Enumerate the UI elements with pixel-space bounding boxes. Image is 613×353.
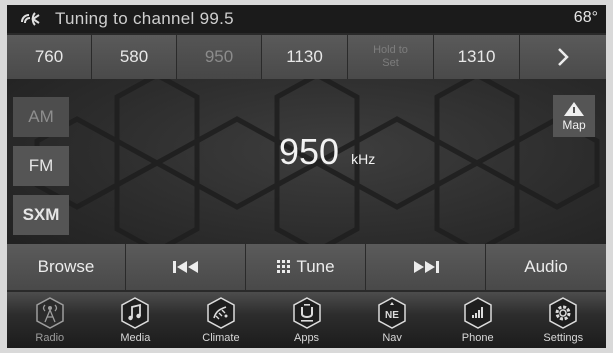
preset-hold-to-set[interactable]: Hold to Set — [348, 35, 434, 79]
status-message: Tuning to channel 99.5 — [55, 9, 234, 28]
dock-apps[interactable]: Apps — [264, 292, 350, 348]
nav-direction-badge: NE — [385, 310, 399, 321]
dock-apps-label: Apps — [293, 332, 320, 344]
hold-to-set-label: Hold to Set — [373, 44, 408, 69]
preset-row: 760 580 950 1130 Hold to Set 1310 — [7, 35, 606, 79]
seek-forward-button[interactable] — [366, 244, 486, 290]
preset-760[interactable]: 760 — [7, 35, 92, 79]
chevron-right-icon — [558, 48, 569, 66]
dock-phone-label: Phone — [461, 332, 494, 344]
dock-settings[interactable]: Settings — [520, 292, 606, 348]
seek-back-icon — [172, 261, 198, 273]
temperature: 68° — [573, 9, 598, 26]
settings-icon — [549, 297, 577, 329]
map-arrow-icon — [564, 101, 584, 116]
control-row: Browse Tune Audio — [7, 244, 606, 290]
frequency-display: 950 kHz — [279, 131, 375, 173]
preset-1130[interactable]: 1130 — [262, 35, 348, 79]
keypad-icon — [277, 260, 291, 273]
next-presets-button[interactable] — [520, 35, 606, 79]
dock-radio[interactable]: Radio — [7, 292, 93, 348]
status-bar: Tuning to channel 99.5 68° — [7, 5, 606, 33]
am-band-button[interactable]: AM — [13, 97, 69, 137]
phone-icon — [463, 297, 492, 329]
dock-nav-label: Nav — [382, 332, 402, 344]
radio-screen: Tuning to channel 99.5 68° 760 580 950 1… — [7, 5, 606, 348]
apps-icon — [292, 297, 321, 329]
preset-1310[interactable]: 1310 — [434, 35, 520, 79]
radio-icon — [36, 297, 64, 329]
map-button[interactable]: Map — [553, 95, 595, 137]
sxm-band-button[interactable]: SXM — [13, 195, 69, 235]
frequency-unit: kHz — [351, 151, 376, 167]
dock-settings-label: Settings — [543, 332, 584, 344]
nav-icon: NE — [378, 297, 406, 329]
audio-button[interactable]: Audio — [486, 244, 606, 290]
preset-580[interactable]: 580 — [92, 35, 177, 79]
dock-climate[interactable]: Climate — [178, 292, 264, 348]
tune-button[interactable]: Tune — [246, 244, 366, 290]
fm-band-button[interactable]: FM — [13, 146, 69, 186]
browse-button[interactable]: Browse — [7, 244, 126, 290]
dock-nav[interactable]: NE Nav — [349, 292, 435, 348]
dock-media-label: Media — [120, 332, 151, 344]
tune-label: Tune — [296, 257, 335, 276]
dock-radio-label: Radio — [35, 332, 65, 344]
dock-climate-label: Climate — [202, 332, 240, 344]
seek-forward-icon — [413, 261, 439, 273]
seek-back-button[interactable] — [126, 244, 246, 290]
dock-phone[interactable]: Phone — [435, 292, 521, 348]
phone-connected-icon — [21, 12, 40, 26]
map-label: Map — [562, 117, 586, 132]
climate-icon — [207, 297, 235, 329]
app-dock: Radio Media Climate Apps NE Nav Phone Se… — [7, 292, 606, 348]
dock-media[interactable]: Media — [93, 292, 179, 348]
media-icon — [121, 297, 150, 329]
preset-950[interactable]: 950 — [177, 35, 262, 79]
frequency-value: 950 — [279, 131, 340, 172]
